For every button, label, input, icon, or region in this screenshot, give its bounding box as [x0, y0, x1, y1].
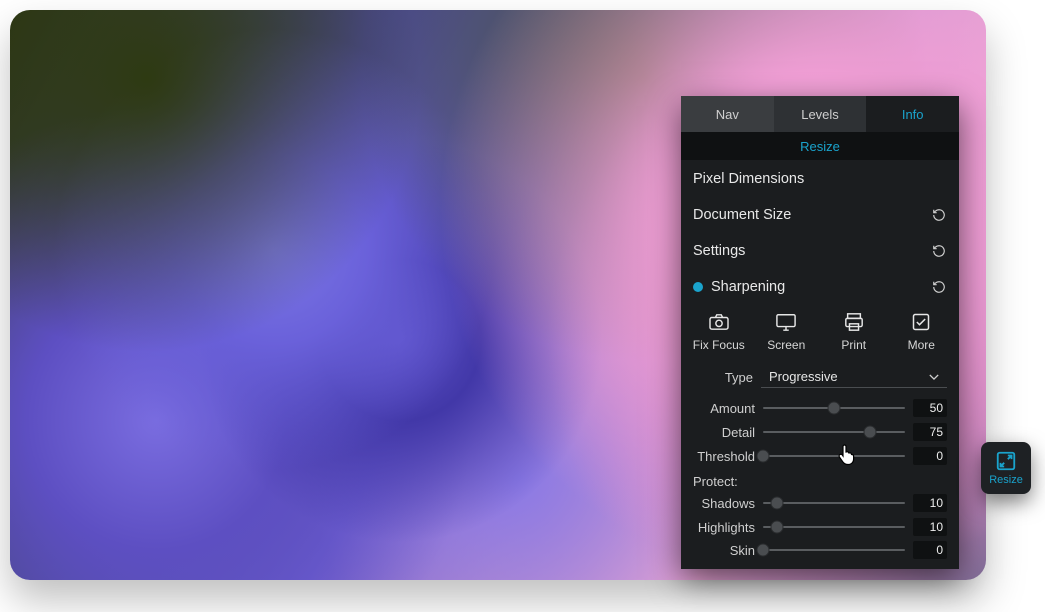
active-dot-icon [693, 282, 703, 292]
preset-label: Fix Focus [693, 338, 745, 352]
reset-icon[interactable] [931, 207, 947, 223]
slider-threshold: Threshold 0 [681, 444, 959, 468]
slider-label: Detail [693, 425, 755, 440]
preset-fix-focus[interactable]: Fix Focus [687, 312, 751, 352]
type-select[interactable]: Progressive [761, 366, 947, 388]
highlights-value[interactable]: 10 [913, 518, 947, 536]
slider-detail: Detail 75 [681, 420, 959, 444]
slider-label: Skin [693, 543, 755, 558]
reset-icon[interactable] [931, 243, 947, 259]
preset-label: Screen [767, 338, 805, 352]
slider-shadows: Shadows 10 [681, 491, 959, 515]
section-document-size[interactable]: Document Size [681, 196, 959, 232]
slider-knob[interactable] [863, 426, 876, 439]
check-box-icon [910, 312, 932, 332]
tab-levels[interactable]: Levels [774, 96, 867, 132]
slider-label: Threshold [693, 449, 755, 464]
section-label: Document Size [693, 207, 931, 223]
slider-knob[interactable] [757, 544, 770, 557]
slider-knob[interactable] [771, 521, 784, 534]
slider-label: Amount [693, 401, 755, 416]
type-value: Progressive [769, 369, 838, 384]
detail-value[interactable]: 75 [913, 423, 947, 441]
threshold-slider[interactable] [763, 449, 905, 463]
preset-label: Print [841, 338, 866, 352]
slider-bar [763, 431, 905, 433]
slider-knob[interactable] [771, 497, 784, 510]
printer-icon [843, 312, 865, 332]
section-sharpening[interactable]: Sharpening [681, 268, 959, 304]
skin-value[interactable]: 0 [913, 541, 947, 559]
highlights-slider[interactable] [763, 520, 905, 534]
type-row: Type Progressive [681, 362, 959, 396]
resize-icon [995, 450, 1017, 472]
slider-bar [763, 549, 905, 551]
amount-value[interactable]: 50 [913, 399, 947, 417]
slider-skin: Skin 0 [681, 539, 959, 569]
slider-bar [763, 455, 905, 457]
monitor-icon [775, 312, 797, 332]
skin-slider[interactable] [763, 543, 905, 557]
resize-tool-button[interactable]: Resize [981, 442, 1031, 494]
slider-label: Shadows [693, 496, 755, 511]
threshold-value[interactable]: 0 [913, 447, 947, 465]
section-pixel-dimensions[interactable]: Pixel Dimensions [681, 160, 959, 196]
resize-header[interactable]: Resize [681, 132, 959, 160]
type-label: Type [693, 370, 753, 385]
preset-screen[interactable]: Screen [754, 312, 818, 352]
section-label: Pixel Dimensions [693, 171, 947, 187]
sharpening-presets: Fix Focus Screen Print More [681, 304, 959, 362]
preset-label: More [908, 338, 935, 352]
resize-tool-label: Resize [989, 474, 1023, 486]
shadows-value[interactable]: 10 [913, 494, 947, 512]
tab-info[interactable]: Info [866, 96, 959, 132]
tab-nav[interactable]: Nav [681, 96, 774, 132]
slider-highlights: Highlights 10 [681, 515, 959, 539]
section-settings[interactable]: Settings [681, 232, 959, 268]
reset-icon[interactable] [931, 279, 947, 295]
camera-icon [708, 312, 730, 332]
detail-slider[interactable] [763, 425, 905, 439]
protect-label: Protect: [681, 468, 959, 491]
slider-knob[interactable] [757, 450, 770, 463]
panel-tabs: Nav Levels Info [681, 96, 959, 132]
shadows-slider[interactable] [763, 496, 905, 510]
section-label: Settings [693, 243, 931, 259]
amount-slider[interactable] [763, 401, 905, 415]
slider-knob[interactable] [828, 402, 841, 415]
slider-label: Highlights [693, 520, 755, 535]
preset-more[interactable]: More [889, 312, 953, 352]
slider-bar [763, 526, 905, 528]
info-panel: Nav Levels Info Resize Pixel Dimensions … [681, 96, 959, 569]
slider-bar [763, 502, 905, 504]
section-label: Sharpening [711, 279, 931, 295]
chevron-down-icon [929, 373, 939, 381]
slider-amount: Amount 50 [681, 396, 959, 420]
preset-print[interactable]: Print [822, 312, 886, 352]
